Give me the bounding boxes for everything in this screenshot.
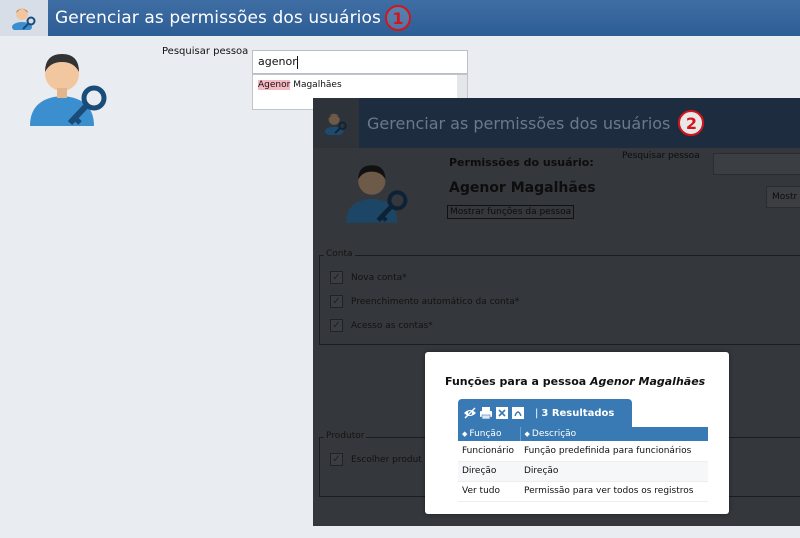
column-header-descricao[interactable]: ◆ Descrição	[520, 427, 708, 441]
checkbox-row[interactable]: ✓ Nova conta*	[330, 271, 407, 284]
search-label: Pesquisar pessoa	[622, 151, 700, 161]
table-row[interactable]: Funcionário Função predefinida para func…	[458, 441, 708, 462]
checkbox-checked[interactable]: ✓	[330, 271, 343, 284]
search-input[interactable]	[713, 153, 800, 175]
hide-columns-icon[interactable]	[463, 406, 477, 420]
person-name: Agenor Magalhães	[449, 180, 596, 196]
column-header-funcao[interactable]: ◆ Função	[458, 427, 521, 441]
checkbox-checked[interactable]: ✓	[330, 319, 343, 332]
window-title: Gerenciar as permissões dos usuários	[367, 113, 671, 133]
checkbox-row[interactable]: ✓ Acesso as contas*	[330, 319, 433, 332]
app-icon	[313, 98, 359, 148]
print-icon[interactable]	[479, 406, 493, 420]
table-row[interactable]: Ver tudo Permissão para ver todos os reg…	[458, 481, 708, 502]
fieldset-legend: Conta	[324, 249, 355, 259]
search-label: Pesquisar pessoa	[162, 46, 249, 57]
window-titlebar: Gerenciar as permissões dos usuários 2	[313, 98, 800, 148]
table-row[interactable]: Direção Direção	[458, 461, 708, 482]
step-badge-2: 2	[678, 110, 705, 136]
app-icon	[0, 0, 48, 36]
titlebar: Gerenciar as permissões dos usuários 1	[0, 0, 800, 36]
checkbox-checked[interactable]: ✓	[330, 295, 343, 308]
user-key-icon	[324, 113, 347, 135]
account-fieldset: Conta ✓ Nova conta* ✓ Preenchimento auto…	[319, 249, 800, 345]
page-title: Gerenciar as permissões dos usuários	[55, 8, 381, 28]
autocomplete-item[interactable]: Agenor Magalhães	[258, 80, 342, 90]
show-button[interactable]: Mostr	[766, 186, 800, 208]
checkbox-row[interactable]: ✓ Preenchimento automático da conta*	[330, 295, 519, 308]
dialog-title: Funções para a pessoa Agenor Magalhães	[445, 375, 706, 388]
permissions-label: Permissões do usuário:	[449, 156, 594, 169]
user-key-icon	[12, 8, 36, 30]
step-badge-1: 1	[384, 5, 411, 31]
search-input[interactable]: agenor	[252, 50, 468, 74]
search-value: agenor	[258, 55, 297, 68]
checkbox-row[interactable]: ✓ Escolher produt	[330, 453, 422, 466]
sort-icon: ◆	[462, 430, 468, 438]
result-count: | 3 Resultados	[535, 407, 615, 419]
sort-icon: ◆	[524, 430, 530, 438]
fieldset-legend: Produtor	[324, 431, 367, 441]
grid-toolbar: | 3 Resultados	[458, 399, 632, 427]
roles-table: ◆ Função ◆ Descrição Funcionário Função pr…	[458, 427, 708, 502]
show-roles-link[interactable]: Mostrar funções da pessoa	[447, 205, 575, 219]
user-avatar-icon	[26, 48, 116, 136]
export-excel-icon[interactable]	[495, 406, 509, 420]
export-pdf-icon[interactable]	[511, 406, 525, 420]
user-avatar-icon	[343, 156, 415, 236]
roles-dialog: Funções para a pessoa Agenor Magalhães |…	[425, 352, 729, 514]
checkbox-checked[interactable]: ✓	[330, 453, 343, 466]
